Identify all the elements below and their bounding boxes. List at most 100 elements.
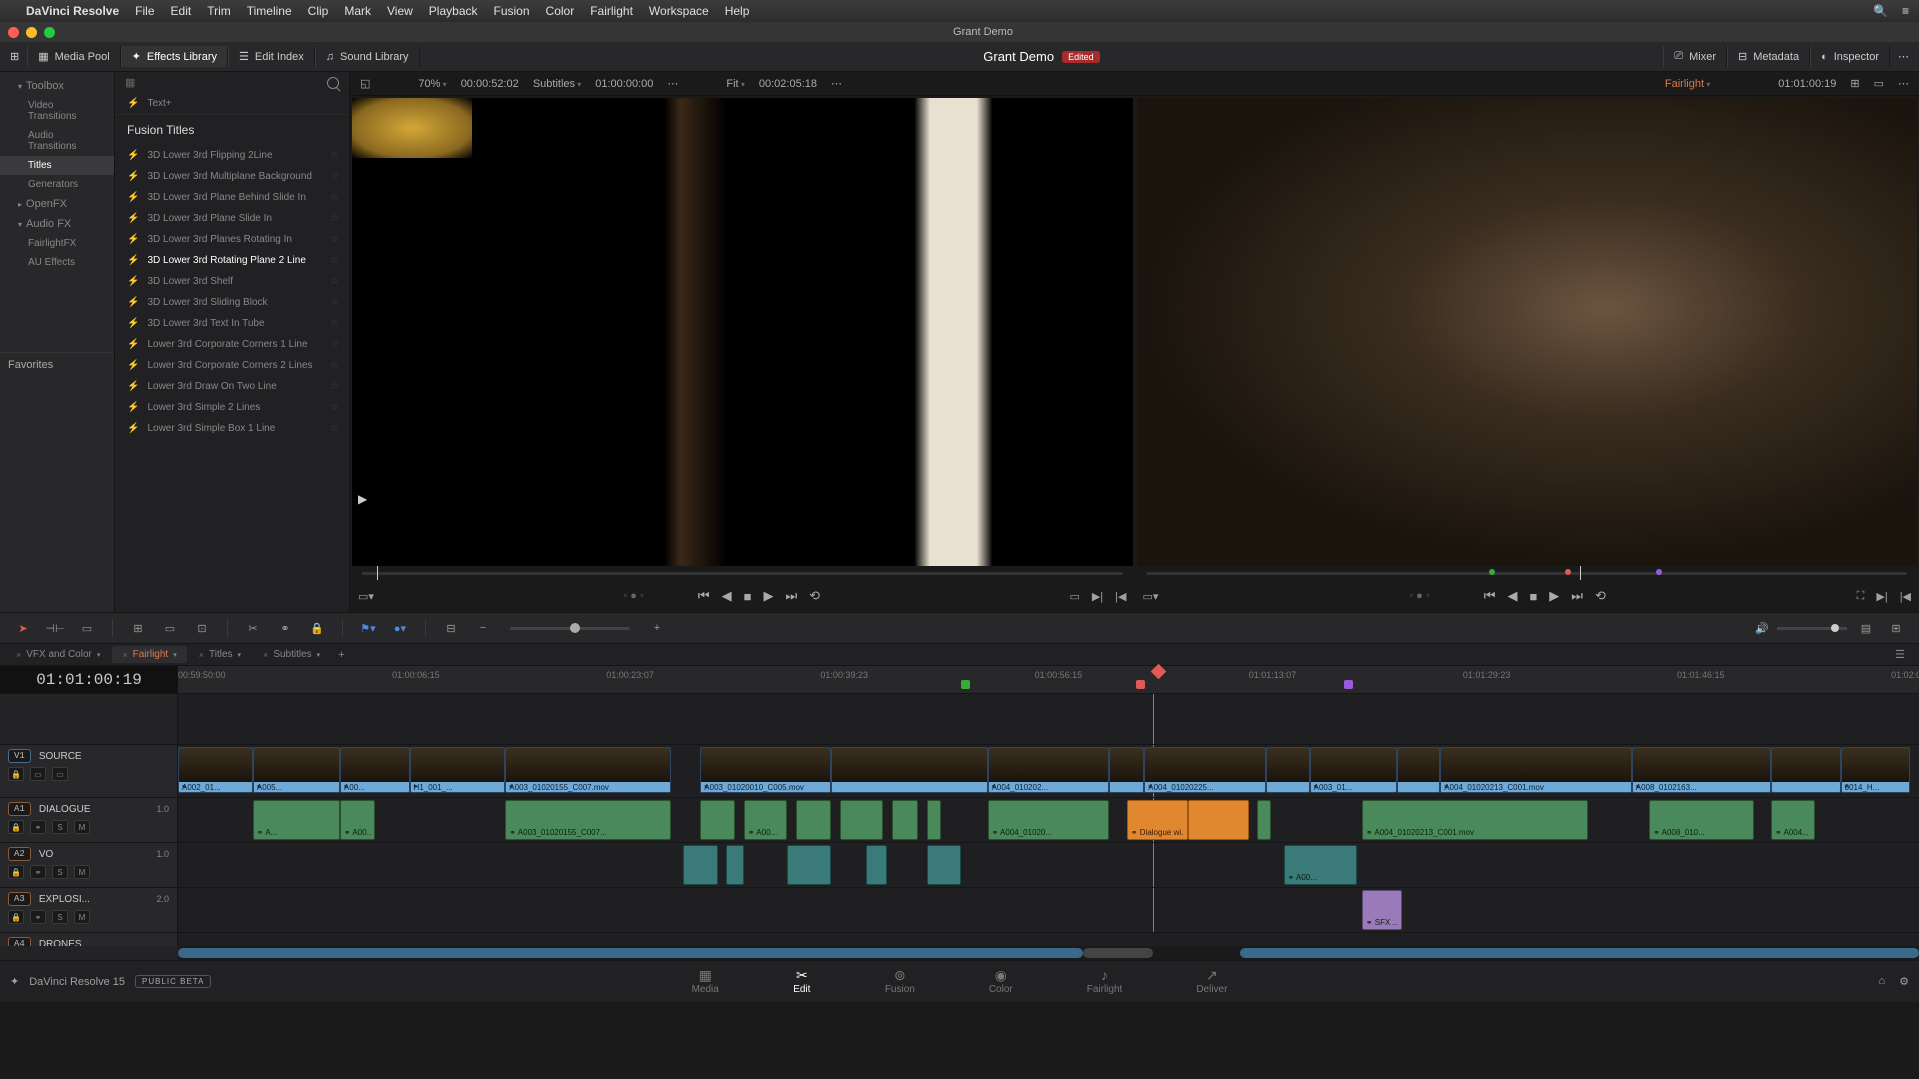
trim-tool[interactable]: ⊣⊢ <box>44 617 66 639</box>
title-item[interactable]: ⚡Lower 3rd Draw On Two Line☆ <box>115 376 349 397</box>
src-mode-icon[interactable]: ▭▾ <box>358 590 374 603</box>
meters-icon[interactable]: ▤ <box>1855 617 1877 639</box>
src-last-frame-button[interactable]: ⏭ <box>785 588 797 604</box>
timeline-view-options-icon[interactable]: ☰ <box>1887 648 1913 661</box>
viewer-options-icon[interactable]: ⋯ <box>1898 77 1909 90</box>
audio-clip[interactable] <box>840 800 884 840</box>
favorite-star-icon[interactable]: ☆ <box>330 339 339 350</box>
replace-tool[interactable]: ⊡ <box>191 617 213 639</box>
video-clip[interactable]: ⚭ A005... <box>253 747 340 793</box>
track-solo-button[interactable]: S <box>52 910 68 924</box>
video-clip[interactable]: ⚭ A00... <box>340 747 410 793</box>
src-first-frame-button[interactable]: ⏮ <box>698 588 710 604</box>
category-audiofx[interactable]: Audio FX <box>0 214 114 234</box>
tab-dropdown-icon[interactable] <box>97 649 101 660</box>
audio-clip[interactable] <box>1257 800 1271 840</box>
close-tab-icon[interactable]: × <box>16 650 21 660</box>
app-name[interactable]: DaVinci Resolve <box>26 4 119 18</box>
expand-icon[interactable]: ⊞ <box>10 50 19 63</box>
title-item[interactable]: ⚡3D Lower 3rd Text In Tube☆ <box>115 313 349 334</box>
src-overwrite-icon[interactable]: ▭ <box>1069 590 1079 603</box>
single-viewer-icon[interactable]: ▭ <box>1874 77 1884 90</box>
video-clip[interactable]: ⚭ <box>1397 747 1441 793</box>
timeline-marker[interactable] <box>961 680 970 689</box>
timeline-marker[interactable] <box>1344 680 1353 689</box>
audio-clip[interactable]: ⚭ A004_01020213_C001.mov <box>1362 800 1588 840</box>
rec-reverse-button[interactable]: ◀ <box>1507 588 1517 604</box>
volume-slider[interactable] <box>1777 627 1847 630</box>
audio-clip[interactable] <box>927 800 941 840</box>
src-loop-button[interactable]: ⟲ <box>809 588 820 604</box>
video-clip[interactable]: ⚭ A003_01020155_C007.mov <box>505 747 670 793</box>
blade-tool[interactable]: ▭ <box>76 617 98 639</box>
track-header[interactable]: V1SOURCE🔒▭▭ <box>0 745 178 797</box>
sound-library-button[interactable]: ♫ Sound Library <box>315 47 420 67</box>
source-scrubber[interactable] <box>362 566 1123 582</box>
video-clip[interactable]: ⚭ A003_01... <box>1310 747 1397 793</box>
menu-playback[interactable]: Playback <box>429 4 478 18</box>
favorite-star-icon[interactable]: ☆ <box>330 234 339 245</box>
menu-edit[interactable]: Edit <box>171 4 192 18</box>
favorite-star-icon[interactable]: ☆ <box>330 255 339 266</box>
record-scrubber[interactable] <box>1147 566 1908 582</box>
source-viewer[interactable]: ▶ <box>352 98 1133 566</box>
blade-edit-tool[interactable]: ✂ <box>242 617 264 639</box>
close-tab-icon[interactable]: × <box>122 650 127 660</box>
tab-dropdown-icon[interactable] <box>317 649 321 660</box>
rec-loop-button[interactable]: ⟲ <box>1595 588 1606 604</box>
menu-workspace[interactable]: Workspace <box>649 4 709 18</box>
menu-fusion[interactable]: Fusion <box>494 4 530 18</box>
more-icon[interactable]: ⋯ <box>1898 50 1909 63</box>
window-minimize-button[interactable] <box>26 27 37 38</box>
track-mute-button[interactable]: M <box>74 820 90 834</box>
selection-tool[interactable]: ➤ <box>12 617 34 639</box>
link-tool[interactable]: ⚭ <box>274 617 296 639</box>
track-lock-button[interactable]: 🔒 <box>8 865 24 879</box>
tab-dropdown-icon[interactable] <box>238 649 242 660</box>
src-reverse-button[interactable]: ◀ <box>722 588 732 604</box>
title-item[interactable]: ⚡3D Lower 3rd Rotating Plane 2 Line☆ <box>115 250 349 271</box>
category-generators[interactable]: Generators <box>0 175 114 194</box>
audio-clip[interactable] <box>700 800 735 840</box>
audio-clip[interactable]: ⚭ A004_01020... <box>988 800 1110 840</box>
audio-clip[interactable]: ⚭ A003_01020155_C007... <box>505 800 670 840</box>
track-toggle-button[interactable]: ▭ <box>30 767 46 781</box>
favorite-star-icon[interactable]: ☆ <box>330 192 339 203</box>
zoom-slider[interactable] <box>510 627 630 630</box>
src-play-button[interactable]: ▶ <box>763 588 773 604</box>
search-icon[interactable] <box>327 77 339 89</box>
menu-trim[interactable]: Trim <box>207 4 231 18</box>
rec-prev-edit-icon[interactable]: |◀ <box>1900 590 1911 603</box>
timeline-tab[interactable]: ×Subtitles <box>253 646 330 663</box>
favorite-star-icon[interactable]: ☆ <box>330 276 339 287</box>
playhead-head[interactable] <box>1151 664 1167 680</box>
rec-first-frame-button[interactable]: ⏮ <box>1484 588 1496 604</box>
category-openfx[interactable]: OpenFX <box>0 194 114 214</box>
favorite-star-icon[interactable]: ☆ <box>330 402 339 413</box>
mute-icon[interactable]: 🔊 <box>1755 622 1769 635</box>
track-mute-button[interactable]: M <box>74 910 90 924</box>
audio-clip[interactable] <box>892 800 918 840</box>
video-clip[interactable]: ⚭ <box>1266 747 1310 793</box>
spotlight-icon[interactable]: 🔍 <box>1873 4 1888 18</box>
menu-help[interactable]: Help <box>725 4 750 18</box>
category-audio-transitions[interactable]: Audio Transitions <box>0 126 114 156</box>
audio-clip[interactable] <box>1188 800 1249 840</box>
page-tab-color[interactable]: ◉Color <box>977 966 1025 997</box>
audio-clip[interactable]: ⚭ A00... <box>1284 845 1357 885</box>
rec-last-frame-button[interactable]: ⏭ <box>1571 588 1583 604</box>
track-solo-button[interactable]: S <box>52 865 68 879</box>
record-viewer[interactable] <box>1137 98 1918 566</box>
track-header[interactable]: A1DIALOGUE1.0🔒⚭SM <box>0 798 178 842</box>
favorite-star-icon[interactable]: ☆ <box>330 213 339 224</box>
favorite-star-icon[interactable]: ☆ <box>330 423 339 434</box>
effects-library-button[interactable]: ✦ Effects Library <box>121 46 228 67</box>
timeline-tab[interactable]: ×Titles <box>189 646 251 663</box>
zoom-in-button[interactable]: + <box>646 617 668 639</box>
playhead-line[interactable] <box>1153 694 1154 744</box>
customize-icon[interactable]: ⊞ <box>1885 617 1907 639</box>
category-titles[interactable]: Titles <box>0 156 114 175</box>
track-body[interactable]: ⚭ A...⚭ A00...⚭ A003_01020155_C007...⚭ A… <box>178 798 1919 842</box>
video-clip[interactable]: ⚭ A002_01... <box>178 747 253 793</box>
track-solo-button[interactable]: S <box>52 820 68 834</box>
